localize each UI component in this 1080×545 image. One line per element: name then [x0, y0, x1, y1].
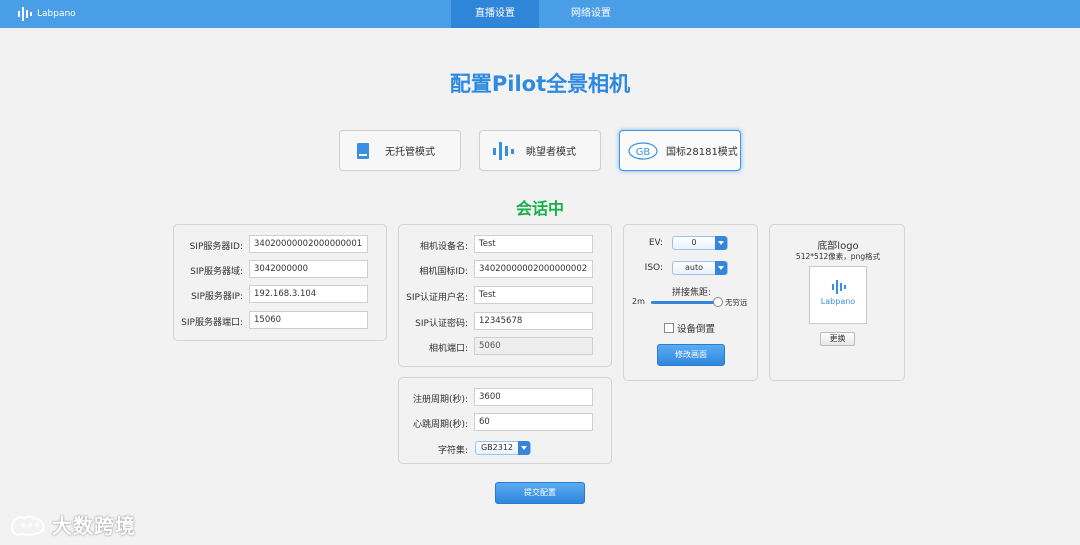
camera-device-name-input[interactable]: Test — [474, 235, 593, 253]
field-label: 相机设备名: — [419, 242, 468, 252]
field-label: SIP服务器端口: — [181, 318, 243, 328]
sip-server-port-input[interactable]: 15060 — [249, 311, 368, 329]
bottom-logo-title: 底部logo — [817, 241, 859, 252]
register-period-input[interactable]: 3600 — [474, 388, 593, 406]
stitch-min-label: 2m — [632, 297, 645, 306]
logo-preview-text: Labpano — [820, 297, 856, 306]
iso-row: ISO: auto — [624, 261, 757, 281]
field-label: 相机端口: — [428, 344, 468, 354]
signal-bars-icon — [832, 280, 846, 294]
tab-live-settings[interactable]: 直播设置 — [451, 0, 539, 28]
labpano-logo[interactable]: Labpano — [17, 7, 76, 21]
camera-port-row: 相机端口: 5060 — [399, 337, 611, 357]
field-label: SIP认证密码: — [415, 319, 468, 329]
stitch-slider-track[interactable] — [651, 297, 723, 307]
register-period-row: 注册周期(秒): 3600 — [399, 388, 611, 408]
mode-label: 国标28181模式 — [666, 147, 738, 158]
sip-server-id-row: SIP服务器ID: 34020000002000000001 — [174, 235, 386, 255]
logo-preview: Labpano — [809, 266, 867, 324]
field-label: 字符集: — [437, 446, 468, 456]
image-settings-panel: EV: 0 ISO: auto 拼接焦距: 2m 无穷远 设备倒置 修改画面 — [623, 224, 758, 381]
register-panel: 注册周期(秒): 3600 心跳周期(秒): 60 字符集: GB2312 — [398, 377, 612, 464]
camera-panel: 相机设备名: Test 相机国标ID: 34020000002000000002… — [398, 224, 612, 367]
sip-server-domain-row: SIP服务器域: 3042000000 — [174, 260, 386, 280]
sip-auth-password-row: SIP认证密码: 12345678 — [399, 312, 611, 332]
mode-unmanaged-button[interactable]: 无托管模式 — [339, 130, 461, 171]
sip-server-domain-input[interactable]: 3042000000 — [249, 260, 368, 278]
watermark: 大数跨境 — [8, 510, 136, 539]
tab-network-settings[interactable]: 网络设置 — [547, 0, 635, 28]
field-label: 相机国标ID: — [419, 267, 468, 277]
field-label: 注册周期(秒): — [412, 395, 468, 405]
top-bar: Labpano 直播设置 网络设置 — [0, 0, 1080, 28]
sip-server-ip-row: SIP服务器IP: 192.168.3.104 — [174, 285, 386, 305]
mode-watcher-button[interactable]: 眺望者模式 — [479, 130, 601, 171]
invert-checkbox-row[interactable]: 设备倒置 — [664, 321, 715, 335]
heartbeat-period-input[interactable]: 60 — [474, 413, 593, 431]
chevron-down-icon — [518, 441, 530, 455]
field-label: SIP服务器域: — [190, 267, 243, 277]
logo-text: Labpano — [37, 9, 76, 19]
charset-row: 字符集: GB2312 — [399, 439, 611, 459]
badge-text: GB — [636, 147, 651, 158]
sip-auth-password-input[interactable]: 12345678 — [474, 312, 593, 330]
watermark-text: 大数跨境 — [52, 514, 136, 538]
field-label: SIP服务器IP: — [191, 292, 243, 302]
mode-gb28181-button[interactable]: GB 国标28181模式 — [619, 130, 741, 171]
mode-label: 眺望者模式 — [526, 147, 576, 158]
ev-value: 0 — [691, 238, 697, 247]
submit-config-button[interactable]: 提交配置 — [495, 482, 585, 504]
camera-device-name-row: 相机设备名: Test — [399, 235, 611, 255]
signal-bars-icon — [493, 141, 514, 160]
bubble-logo-icon — [11, 515, 45, 536]
ev-row: EV: 0 — [624, 236, 757, 256]
signal-bars-icon — [18, 7, 32, 21]
session-status: 会话中 — [515, 199, 564, 218]
stitch-slider-thumb[interactable] — [713, 297, 723, 307]
field-label: 心跳周期(秒): — [412, 420, 468, 430]
iso-select[interactable]: auto — [672, 261, 728, 275]
bottom-logo-hint: 512*512像素，png格式 — [795, 252, 881, 261]
bottom-logo-panel: 底部logo 512*512像素，png格式 Labpano 更换 — [769, 224, 905, 381]
page-title: 配置Pilot全景相机 — [449, 72, 631, 96]
sip-server-id-input[interactable]: 34020000002000000001 — [249, 235, 368, 253]
book-icon — [357, 142, 369, 159]
field-label: ISO: — [644, 263, 663, 273]
modify-view-button[interactable]: 修改画面 — [657, 344, 725, 366]
sip-server-panel: SIP服务器ID: 34020000002000000001 SIP服务器域: … — [173, 224, 387, 341]
chevron-down-icon — [715, 236, 727, 250]
mode-label: 无托管模式 — [385, 147, 435, 158]
gb-badge-icon: GB — [628, 141, 658, 160]
ev-select[interactable]: 0 — [672, 236, 728, 250]
sip-auth-user-row: SIP认证用户名: Test — [399, 286, 611, 306]
stitch-slider-fill — [651, 301, 718, 304]
camera-port-input: 5060 — [474, 337, 593, 355]
heartbeat-period-row: 心跳周期(秒): 60 — [399, 413, 611, 433]
charset-value: GB2312 — [480, 443, 514, 452]
iso-value: auto — [684, 263, 703, 272]
stitch-max-label: 无穷远 — [725, 298, 748, 307]
charset-select[interactable]: GB2312 — [475, 441, 531, 455]
sip-server-ip-input[interactable]: 192.168.3.104 — [249, 285, 368, 303]
invert-checkbox[interactable] — [664, 323, 674, 333]
invert-label: 设备倒置 — [677, 324, 716, 335]
change-logo-button[interactable]: 更换 — [820, 332, 855, 346]
chevron-down-icon — [715, 261, 727, 275]
camera-gb-id-row: 相机国标ID: 34020000002000000002 — [399, 260, 611, 280]
camera-gb-id-input[interactable]: 34020000002000000002 — [474, 260, 593, 278]
field-label: SIP认证用户名: — [406, 293, 468, 303]
field-label: SIP服务器ID: — [189, 242, 243, 252]
field-label: EV: — [648, 238, 663, 248]
sip-auth-user-input[interactable]: Test — [474, 286, 593, 304]
sip-server-port-row: SIP服务器端口: 15060 — [174, 311, 386, 331]
